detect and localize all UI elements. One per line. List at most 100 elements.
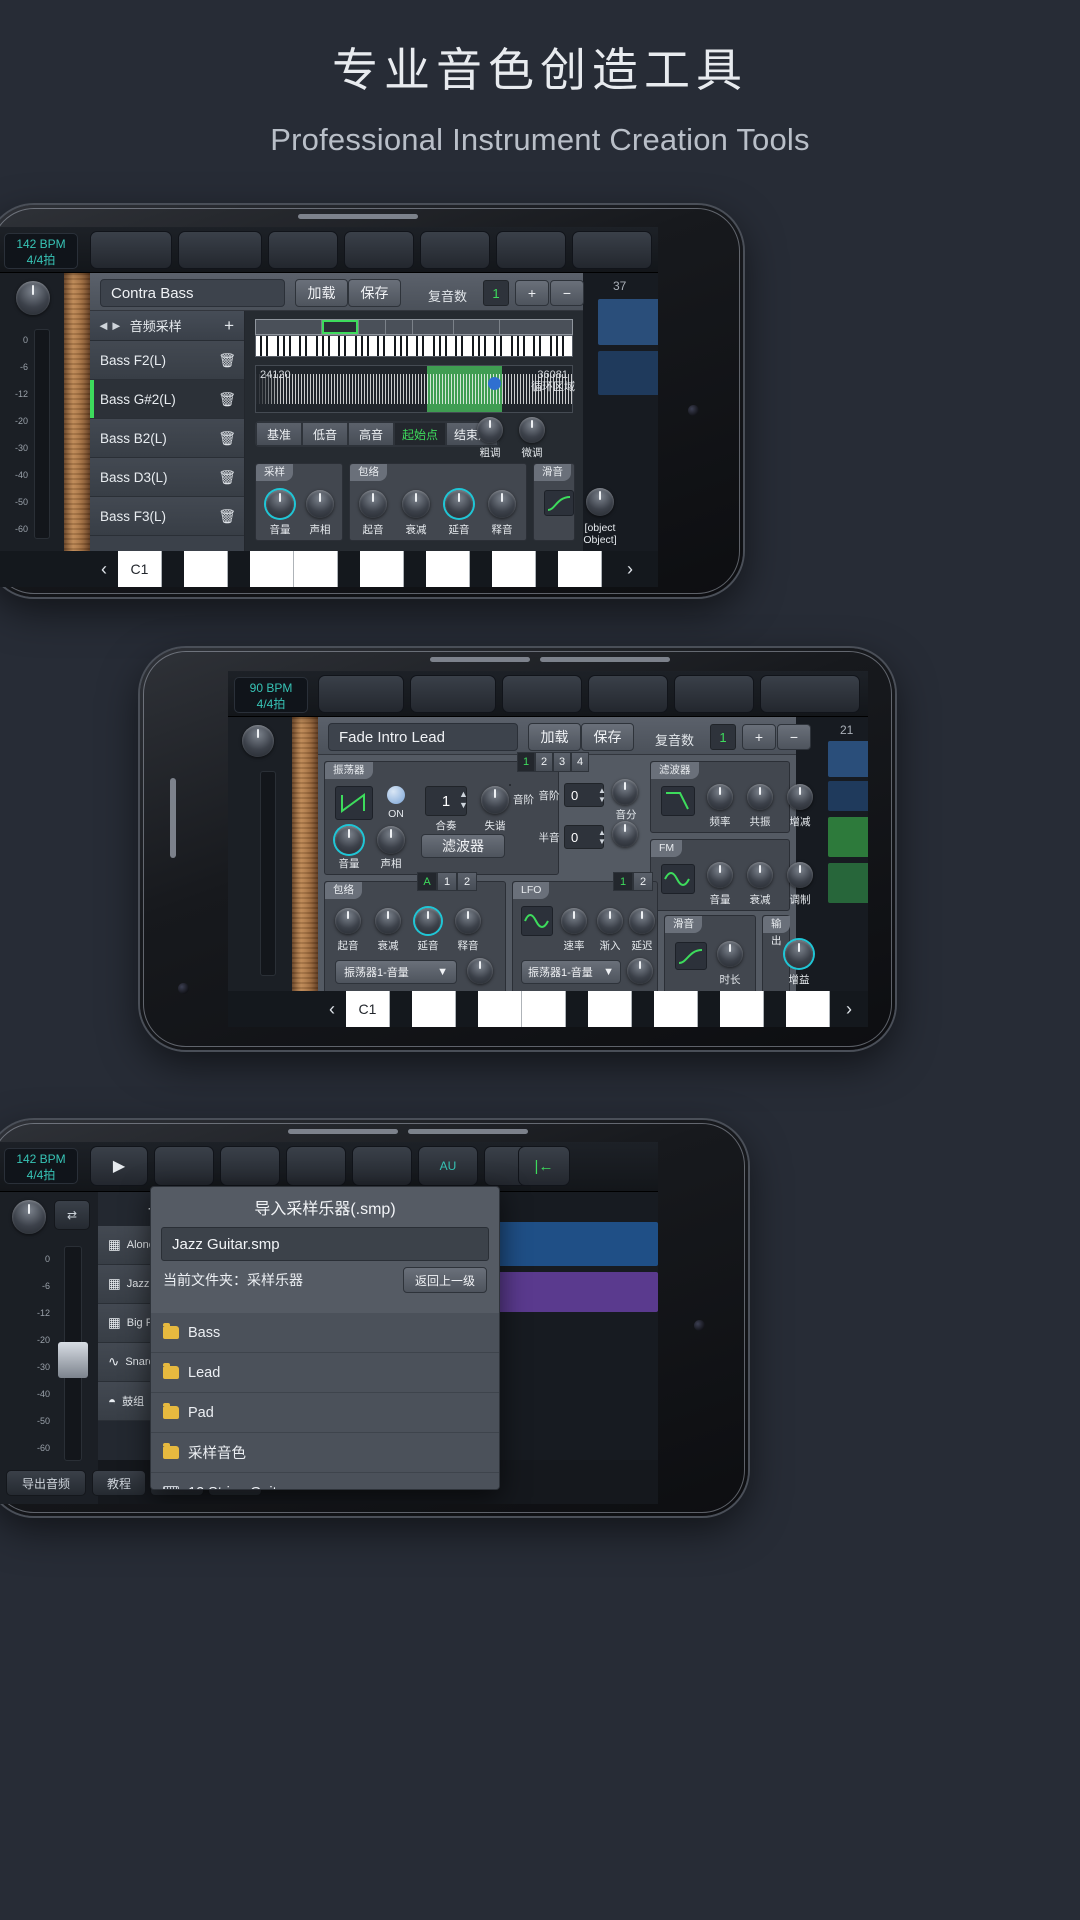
phone1-glide-curve-icon[interactable]: [544, 490, 574, 516]
phone2-key-next-button[interactable]: ›: [830, 991, 868, 1027]
phone2-filter-curve-icon[interactable]: [661, 786, 695, 816]
phone3-dialog-entry-2[interactable]: Pad: [151, 1393, 499, 1433]
phone3-toolbar-btn-2[interactable]: [154, 1146, 214, 1186]
phone1-toolbar-btn-3[interactable]: [268, 231, 338, 269]
phone2-osc-slot-2[interactable]: 2: [535, 752, 553, 772]
phone2-key-c1[interactable]: C1: [346, 991, 390, 1027]
phone2-clip-1[interactable]: [828, 741, 868, 777]
phone3-import-dialog[interactable]: 导入采样乐器(.smp) Jazz Guitar.smp 当前文件夹：采样乐器 …: [150, 1186, 500, 1490]
phone1-polyphony-value[interactable]: 1: [483, 280, 509, 306]
phone2-polyphony-minus[interactable]: −: [777, 724, 811, 750]
phone2-env-sustain-knob[interactable]: [415, 908, 441, 934]
phone2-fm-wave-icon[interactable]: [661, 864, 695, 894]
phone2-keyboard[interactable]: ‹ C1 ›: [228, 991, 868, 1027]
delete-icon[interactable]: 🗑: [218, 430, 236, 447]
phone2-load-button[interactable]: 加载: [528, 723, 581, 751]
phone2-osc-volume-knob[interactable]: [335, 826, 363, 854]
phone1-toolbar-btn-6[interactable]: [496, 231, 566, 269]
phone3-screen[interactable]: 142 BPM 4/4拍 ▶ AU |← ⇄ 0 -6 -12 -20 -30 …: [0, 1142, 658, 1504]
phone3-toolbar-btn-5[interactable]: [352, 1146, 412, 1186]
phone3-play-button[interactable]: ▶: [90, 1146, 148, 1186]
phone1-loop-dot-icon[interactable]: [488, 377, 501, 390]
phone2-polyphony-value[interactable]: 1: [710, 724, 736, 750]
phone3-toolbar-btn-3[interactable]: [220, 1146, 280, 1186]
phone1-marker-tabs[interactable]: 基准 低音 高音 起始点 结束点: [255, 421, 499, 447]
phone2-osc-power-led[interactable]: [387, 786, 405, 804]
phone2-env-slot-tabs[interactable]: A 1 2: [417, 872, 477, 891]
phone2-toolbar-btn-6[interactable]: [760, 675, 860, 713]
phone2-clip-2[interactable]: [828, 781, 868, 811]
phone2-osc-waveform-icon[interactable]: [335, 786, 373, 820]
phone1-key-c1[interactable]: C1: [118, 551, 162, 587]
phone2-filter-freq-knob[interactable]: [707, 784, 733, 810]
phone2-detune-knob[interactable]: [481, 786, 509, 814]
phone1-add-sample-button[interactable]: +: [224, 316, 234, 336]
phone1-tab-0[interactable]: 基准: [256, 422, 302, 446]
phone1-bpm-display[interactable]: 142 BPM 4/4拍: [4, 233, 78, 269]
phone2-key-prev-button[interactable]: ‹: [318, 991, 346, 1027]
phone1-toolbar-btn-4[interactable]: [344, 231, 414, 269]
phone1-sample-row-3[interactable]: Bass D3(L) 🗑: [90, 458, 244, 497]
phone3-toolbar-btn-4[interactable]: [286, 1146, 346, 1186]
phone2-lfo-slot-2[interactable]: 2: [633, 872, 653, 891]
phone3-bpm-display[interactable]: 142 BPM 4/4拍: [4, 1148, 78, 1184]
phone1-sample-row-1[interactable]: Bass G#2(L) 🗑: [90, 380, 244, 419]
phone2-volume-fader[interactable]: [260, 771, 276, 976]
phone2-toolbar-btn-4[interactable]: [588, 675, 668, 713]
phone1-sample-list[interactable]: ◄► 音频采样 + Bass F2(L) 🗑 Bass G#2(L) 🗑 Bas…: [90, 311, 245, 551]
phone2-octave-stepper[interactable]: ▲▼: [598, 786, 606, 804]
phone2-clip-4[interactable]: [828, 863, 868, 903]
phone1-toolbar-btn-2[interactable]: [178, 231, 262, 269]
phone1-waveform[interactable]: 24120 36081: [255, 365, 573, 413]
phone1-key-prev-button[interactable]: ‹: [90, 551, 118, 587]
phone1-clip-2[interactable]: [598, 351, 658, 395]
phone1-coarse-knob[interactable]: [477, 417, 503, 443]
phone2-env-slot-a[interactable]: A: [417, 872, 437, 891]
phone3-master-knob[interactable]: [12, 1200, 46, 1234]
phone2-osc-pan-knob[interactable]: [377, 826, 405, 854]
phone3-jump-start-button[interactable]: |←: [518, 1146, 570, 1186]
delete-icon[interactable]: 🗑: [218, 508, 236, 525]
phone2-filter-gain-knob[interactable]: [787, 784, 813, 810]
phone1-fine-knob[interactable]: [519, 417, 545, 443]
phone2-fm-volume-knob[interactable]: [707, 862, 733, 888]
phone2-env-slot-2[interactable]: 2: [457, 872, 477, 891]
phone1-clip-1[interactable]: [598, 299, 658, 345]
phone2-lfo-wave-icon[interactable]: [521, 906, 553, 936]
phone1-knob-decay[interactable]: [402, 490, 430, 518]
phone1-sample-row-4[interactable]: Bass F3(L) 🗑: [90, 497, 244, 536]
phone1-toolbar-btn-1[interactable]: [90, 231, 172, 269]
phone1-keyboard[interactable]: ‹ C1 ›: [0, 551, 658, 587]
phone1-tab-2[interactable]: 高音: [348, 422, 394, 446]
phone3-fader-handle[interactable]: [58, 1342, 88, 1378]
phone2-env-amount-knob[interactable]: [467, 958, 493, 984]
phone2-lfo-rate-knob[interactable]: [561, 908, 587, 934]
phone2-filter-toggle-button[interactable]: 滤波器: [421, 834, 505, 858]
phone1-mini-keyboard[interactable]: [255, 335, 573, 357]
phone1-load-button[interactable]: 加载: [295, 279, 348, 307]
phone1-tab-1[interactable]: 低音: [302, 422, 348, 446]
phone2-bpm-display[interactable]: 90 BPM 4/4拍: [234, 677, 308, 713]
phone2-toolbar-btn-5[interactable]: [674, 675, 754, 713]
phone2-clip-3[interactable]: [828, 817, 868, 857]
phone2-lfo-delay-knob[interactable]: [629, 908, 655, 934]
phone2-lfo-fadein-knob[interactable]: [597, 908, 623, 934]
phone1-knob-sustain[interactable]: [445, 490, 473, 518]
phone2-toolbar-btn-3[interactable]: [502, 675, 582, 713]
phone3-dialog-entry-3[interactable]: 采样音色: [151, 1433, 499, 1473]
phone2-env-target-select[interactable]: 振荡器1-音量 ▼: [335, 960, 457, 984]
phone3-toolbar-btn-6[interactable]: AU: [418, 1146, 478, 1186]
delete-icon[interactable]: 🗑: [218, 352, 236, 369]
phone2-filter-res-knob[interactable]: [747, 784, 773, 810]
phone2-semitone-stepper[interactable]: ▲▼: [598, 828, 606, 846]
phone2-osc-slot-tabs[interactable]: 1 2 3 4: [517, 752, 589, 772]
phone3-dialog-back-button[interactable]: 返回上一级: [403, 1267, 487, 1293]
phone2-osc-slot-1[interactable]: 1: [517, 752, 535, 772]
phone1-knob-attack[interactable]: [359, 490, 387, 518]
phone2-fm-mod-knob[interactable]: [787, 862, 813, 888]
phone1-knob-pan[interactable]: [306, 490, 334, 518]
phone1-instrument-name-input[interactable]: Contra Bass: [100, 279, 285, 307]
phone1-knob-glide-time[interactable]: [586, 488, 614, 516]
phone1-polyphony-plus[interactable]: +: [515, 280, 549, 306]
phone3-dialog-entry-1[interactable]: Lead: [151, 1353, 499, 1393]
